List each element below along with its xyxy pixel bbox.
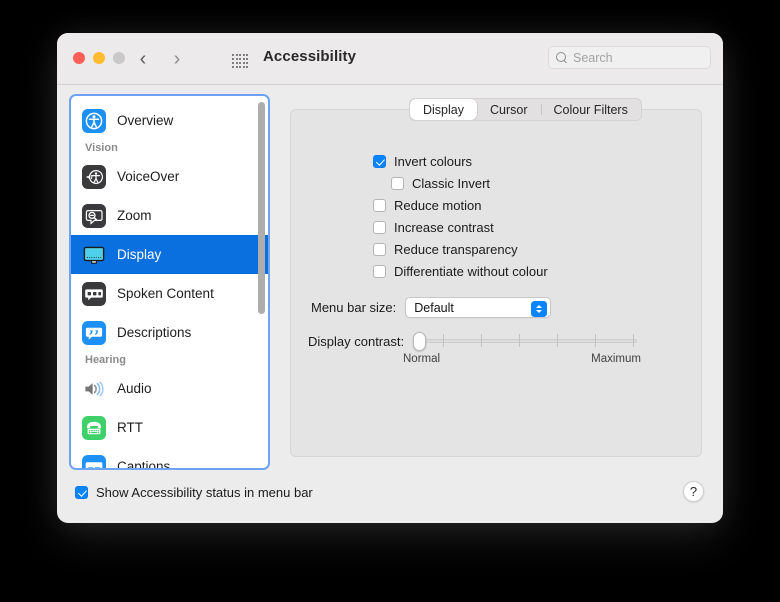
display-options-group: Invert colours Classic Invert Reduce mot… [373,150,548,282]
sidebar-item-label: Overview [117,113,173,128]
sidebar-item-label: RTT [117,420,143,435]
sidebar-list: Overview Vision VoiceOve [71,96,268,468]
show-all-grid-icon[interactable] [232,54,249,69]
display-contrast-label: Display contrast: [308,334,404,349]
checkbox-box[interactable] [373,199,386,212]
back-icon[interactable]: ‹ [135,47,151,71]
display-contrast-row: Display contrast: [308,331,637,351]
menu-bar-size-label: Menu bar size: [311,300,396,315]
checkbox-invert-colours[interactable]: Invert colours [373,150,548,172]
sidebar-item-zoom[interactable]: Zoom [71,196,268,235]
search-placeholder: Search [573,51,613,65]
sidebar-item-label: Captions [117,459,170,468]
sidebar-item-descriptions[interactable]: Descriptions [71,313,268,352]
help-button[interactable]: ? [683,481,704,502]
checkbox-box[interactable] [373,221,386,234]
sidebar-item-label: Audio [117,381,152,396]
display-icon [82,243,106,267]
captions-icon [82,455,106,469]
minimise-button[interactable] [93,52,105,64]
accessibility-icon [82,109,106,133]
checkbox-classic-invert[interactable]: Classic Invert [373,172,548,194]
checkbox-label: Invert colours [394,154,472,169]
title-bar: ‹ › Accessibility Search [57,33,723,85]
sidebar-scrollbar-thumb[interactable] [258,102,265,314]
slider-thumb[interactable] [413,332,426,351]
sidebar-item-label: VoiceOver [117,169,179,184]
sidebar-item-label: Display [117,247,161,262]
slider-min-label: Normal [403,353,440,365]
zoom-icon [82,204,106,228]
sidebar-item-overview[interactable]: Overview [71,101,268,140]
search-icon [556,52,568,64]
menu-bar-size-row: Menu bar size: Default [311,297,551,318]
audio-icon [82,377,106,401]
checkbox-label: Increase contrast [394,220,494,235]
sidebar-item-display[interactable]: Display [71,235,268,274]
checkbox-label: Reduce transparency [394,242,518,257]
checkbox-label: Show Accessibility status in menu bar [96,485,313,500]
bottom-bar: Show Accessibility status in menu bar ? [57,471,723,523]
checkbox-show-accessibility-status[interactable]: Show Accessibility status in menu bar [75,485,313,500]
spoken-content-icon [82,282,106,306]
voiceover-icon [82,165,106,189]
menu-bar-size-select[interactable]: Default [405,297,551,318]
display-contrast-slider[interactable] [413,331,637,351]
sidebar-item-audio[interactable]: Audio [71,369,268,408]
close-button[interactable] [73,52,85,64]
slider-end-labels: Normal Maximum [403,353,641,365]
tab-colour-filters[interactable]: Colour Filters [541,99,641,120]
checkbox-differentiate-without-colour[interactable]: Differentiate without colour [373,260,548,282]
menu-bar-size-value: Default [414,301,454,315]
rtt-icon [82,416,106,440]
checkbox-box[interactable] [373,265,386,278]
sidebar-group-vision: Vision [71,140,268,157]
forward-icon[interactable]: › [169,47,185,71]
chevron-up-down-icon [531,301,547,317]
settings-panel: Invert colours Classic Invert Reduce mot… [290,109,702,457]
sidebar-item-label: Descriptions [117,325,191,340]
sidebar-item-captions[interactable]: Captions [71,447,268,468]
tab-cursor[interactable]: Cursor [477,99,541,120]
tab-bar: Display Cursor Colour Filters [409,98,642,121]
sidebar-item-rtt[interactable]: RTT [71,408,268,447]
zoom-button[interactable] [113,52,125,64]
checkbox-label: Differentiate without colour [394,264,548,279]
slider-ticks [413,334,637,347]
sidebar-scrollbar[interactable] [258,100,265,466]
sidebar-item-label: Spoken Content [117,286,214,301]
sidebar-item-spoken-content[interactable]: Spoken Content [71,274,268,313]
descriptions-icon [82,321,106,345]
search-field[interactable]: Search [548,46,711,69]
sidebar-item-voiceover[interactable]: VoiceOver [71,157,268,196]
sidebar-group-hearing: Hearing [71,352,268,369]
sidebar: Overview Vision VoiceOve [69,94,270,470]
checkbox-box[interactable] [373,243,386,256]
checkbox-increase-contrast[interactable]: Increase contrast [373,216,548,238]
navigation-buttons: ‹ › [135,47,185,71]
checkbox-label: Classic Invert [412,176,490,191]
slider-max-label: Maximum [591,353,641,365]
tab-display[interactable]: Display [410,99,477,120]
page-title: Accessibility [263,48,356,65]
checkbox-reduce-transparency[interactable]: Reduce transparency [373,238,548,260]
preferences-window: ‹ › Accessibility Search [57,33,723,523]
checkbox-reduce-motion[interactable]: Reduce motion [373,194,548,216]
traffic-lights [73,52,125,64]
checkbox-label: Reduce motion [394,198,481,213]
checkbox-box[interactable] [391,177,404,190]
window-body: Overview Vision VoiceOve [57,85,723,523]
checkbox-box[interactable] [75,486,88,499]
checkbox-box[interactable] [373,155,386,168]
sidebar-item-label: Zoom [117,208,152,223]
